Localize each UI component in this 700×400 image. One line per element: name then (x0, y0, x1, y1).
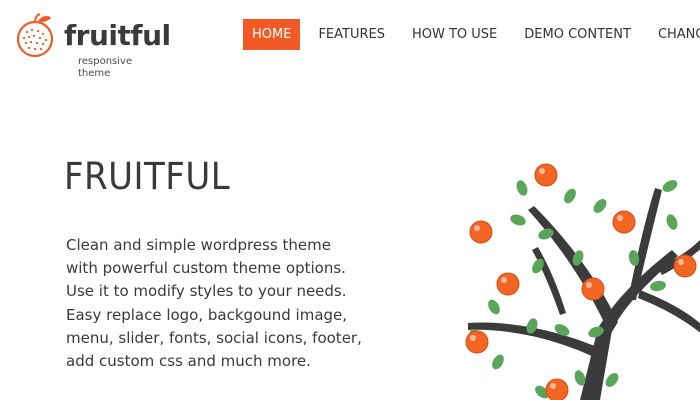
logo-subtitle: responsive theme (78, 56, 133, 79)
hero-title: FRUITFUL (64, 155, 231, 198)
hero-description-line: Use it to modify styles to your needs. (66, 282, 347, 301)
hero-description-line: menu, slider, fonts, social icons, foote… (66, 328, 362, 347)
main-nav: HOME FEATURES HOW TO USE DEMO CONTENT CH… (243, 19, 700, 50)
orange-fruit-icon (16, 13, 54, 58)
hero-description-line: Easy replace logo, backgound image, (66, 305, 348, 324)
hero-description-line: with powerful custom theme options. (66, 259, 346, 278)
hero-description-line: Clean and simple wordpress theme (66, 236, 331, 254)
nav-item-home[interactable]: HOME (243, 19, 301, 50)
nav-item-demo-content[interactable]: DEMO CONTENT (515, 19, 640, 50)
hero-description: Clean and simple wordpress theme with po… (66, 234, 376, 373)
nav-item-features[interactable]: FEATURES (309, 19, 394, 50)
orange-tree-illustration (465, 163, 700, 400)
nav-item-how-to-use[interactable]: HOW TO USE (403, 19, 506, 50)
page: fruitful responsive theme HOME FEATURES … (0, 0, 700, 400)
hero-description-line: add custom css and much more. (66, 352, 311, 371)
nav-item-changelog[interactable]: CHANGELOG (649, 19, 700, 50)
logo-title: fruitful (64, 19, 171, 52)
site-header: fruitful responsive theme HOME FEATURES … (0, 0, 700, 79)
site-logo[interactable]: fruitful responsive theme (13, 12, 171, 79)
